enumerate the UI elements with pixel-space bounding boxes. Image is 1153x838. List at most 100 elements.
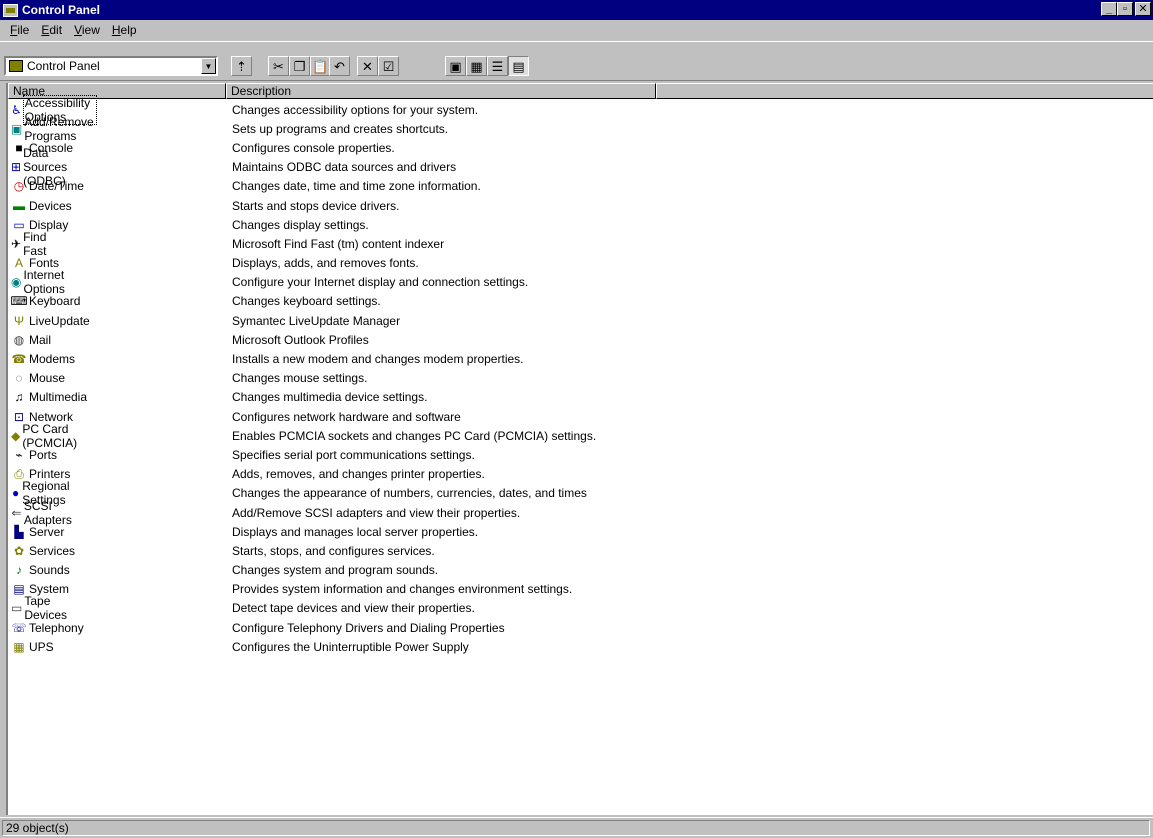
item-description: Changes system and program sounds. [232,563,439,578]
list-view-button[interactable]: ☰ [487,56,508,76]
item-name-cell: ✿ Services [11,543,75,559]
delete-button[interactable]: ✕ [357,56,378,76]
undo-icon: ↶ [334,58,345,74]
item-description: Displays and manages local server proper… [232,524,479,539]
menu-bar: File Edit View Help [0,20,1153,39]
item-description: Configures network hardware and software [232,409,461,424]
odbc-icon: ⊞ [11,160,22,175]
address-combo[interactable]: Control Panel ▼ [4,56,218,76]
item-name: Modems [29,352,76,367]
item-description: Changes keyboard settings. [232,294,381,309]
item-description: Maintains ODBC data sources and drivers [232,160,457,175]
properties-button[interactable]: ☑ [378,56,399,76]
item-description: Provides system information and changes … [232,582,573,597]
up-folder-button[interactable]: ⇡ [231,56,252,76]
minimize-button[interactable]: _ [1101,2,1117,16]
tape-devices-icon: ▭ [11,601,23,616]
item-name: Services [29,543,76,558]
item-name: PC Card (PCMCIA) [22,421,78,450]
ports-icon: ⌁ [15,447,23,462]
mail-icon: ◍ [13,332,25,347]
menu-edit[interactable]: Edit [35,23,68,37]
toolbar-group: ✕ ☑ [357,56,399,76]
item-description: Configure Telephony Drivers and Dialing … [232,620,505,635]
item-name: Multimedia [29,390,88,405]
item-name-cell: ▦ UPS [11,639,54,655]
small-buttons-view-icon[interactable]: ▦ [466,56,487,76]
item-description: Microsoft Find Fast (tm) content indexer [232,236,445,251]
column-headers: Name Description [8,83,1153,99]
item-name-cell: ⌁ Ports [11,447,57,463]
item-name-cell: ☏ Telephony [11,620,83,636]
undo-button[interactable]: ↶ [329,56,350,76]
pc-card-icon: ◆ [11,428,21,443]
up-folder-icon: ⇡ [236,58,247,74]
small-icons-view-icon: ▦ [470,58,483,74]
menu-view[interactable]: View [68,23,106,37]
item-description: Changes multimedia device settings. [232,390,428,405]
toolbar-group: ⇡ [231,56,252,76]
item-name-cell: ♪ Sounds [11,562,70,578]
multimedia-icon: ♫ [14,390,24,405]
column-header-description[interactable]: Description [226,83,656,99]
ups-icon: ▦ [13,639,25,654]
find-fast-icon: ✈ [11,236,22,251]
item-name-cell: ◉ Internet Options [11,268,70,296]
menu-file[interactable]: File [4,23,35,37]
title-bar[interactable]: Control Panel _ ▫ ✕ [0,0,1153,20]
copy-icon: ❐ [293,58,306,74]
item-description: Enables PCMCIA sockets and changes PC Ca… [232,428,597,443]
cut-icon: ✂ [273,58,284,74]
item-name-cell: ▬ Devices [11,198,72,214]
details-view-icon: ▤ [512,58,525,74]
item-name-cell: Ψ LiveUpdate [11,313,90,329]
control-panel-icon [3,3,18,17]
internet-options-icon: ◉ [11,275,22,290]
list-view-icon: ☰ [491,58,504,74]
large-buttons-view-icon[interactable]: ▣ [445,56,466,76]
item-name: Server [29,524,65,539]
item-name: UPS [29,639,54,654]
item-name: Mail [29,332,52,347]
item-description: Detect tape devices and view their prope… [232,601,475,616]
status-text: 29 object(s) [2,820,1150,836]
sounds-icon: ♪ [16,563,22,578]
services-icon: ✿ [13,543,25,558]
item-description: Changes mouse settings. [232,371,368,386]
item-description: Specifies serial port communications set… [232,447,475,462]
details-view-button[interactable]: ▤ [508,56,529,76]
paste-button[interactable]: 📋 [310,56,331,76]
item-name: SCSI Adapters [23,498,72,527]
modems-icon: ☎ [11,352,27,367]
delete-icon: ✕ [362,58,373,74]
telephony-icon: ☏ [11,620,27,635]
copy-button[interactable]: ❐ [289,56,310,76]
item-description: Add/Remove SCSI adapters and view their … [232,505,521,520]
item-description: Changes display settings. [232,217,369,232]
large-icons-view-icon: ▣ [449,58,462,74]
paste-icon: 📋 [312,58,329,74]
item-description: Displays, adds, and removes fonts. [232,256,419,271]
item-name-cell: ⇐ SCSI Adapters [11,499,77,527]
keyboard-icon: ⌨ [10,294,28,309]
item-description: Configures the Uninterruptible Power Sup… [232,639,469,654]
item-name-cell: ◷ Date/Time [11,178,84,194]
item-name-cell: ☎ Modems [11,351,76,367]
menu-help[interactable]: Help [106,23,143,37]
server-icon: ▙ [14,524,24,539]
item-description: Configure your Internet display and conn… [232,275,529,290]
date-time-icon: ◷ [13,179,25,194]
item-name-cell: ▭ Tape Devices [11,594,72,622]
item-name-cell: ◆ PC Card (PCMCIA) [11,422,84,450]
cut-button[interactable]: ✂ [268,56,289,76]
window-controls: _ ▫ ✕ [1101,2,1151,16]
mouse-icon: ◌ [15,371,23,386]
item-name-cell: ▙ Server [11,524,64,540]
maximize-button[interactable]: ▫ [1117,2,1133,16]
file-list[interactable]: Name Description ♿ Accessibility Options C… [6,83,1153,815]
item-description: Sets up programs and creates shortcuts. [232,121,449,136]
close-button[interactable]: ✕ [1135,2,1151,16]
item-name-cell: ✈ Find Fast [11,230,52,258]
item-name-cell: ⌨ Keyboard [10,293,80,309]
dropdown-arrow-icon[interactable]: ▼ [201,58,216,74]
